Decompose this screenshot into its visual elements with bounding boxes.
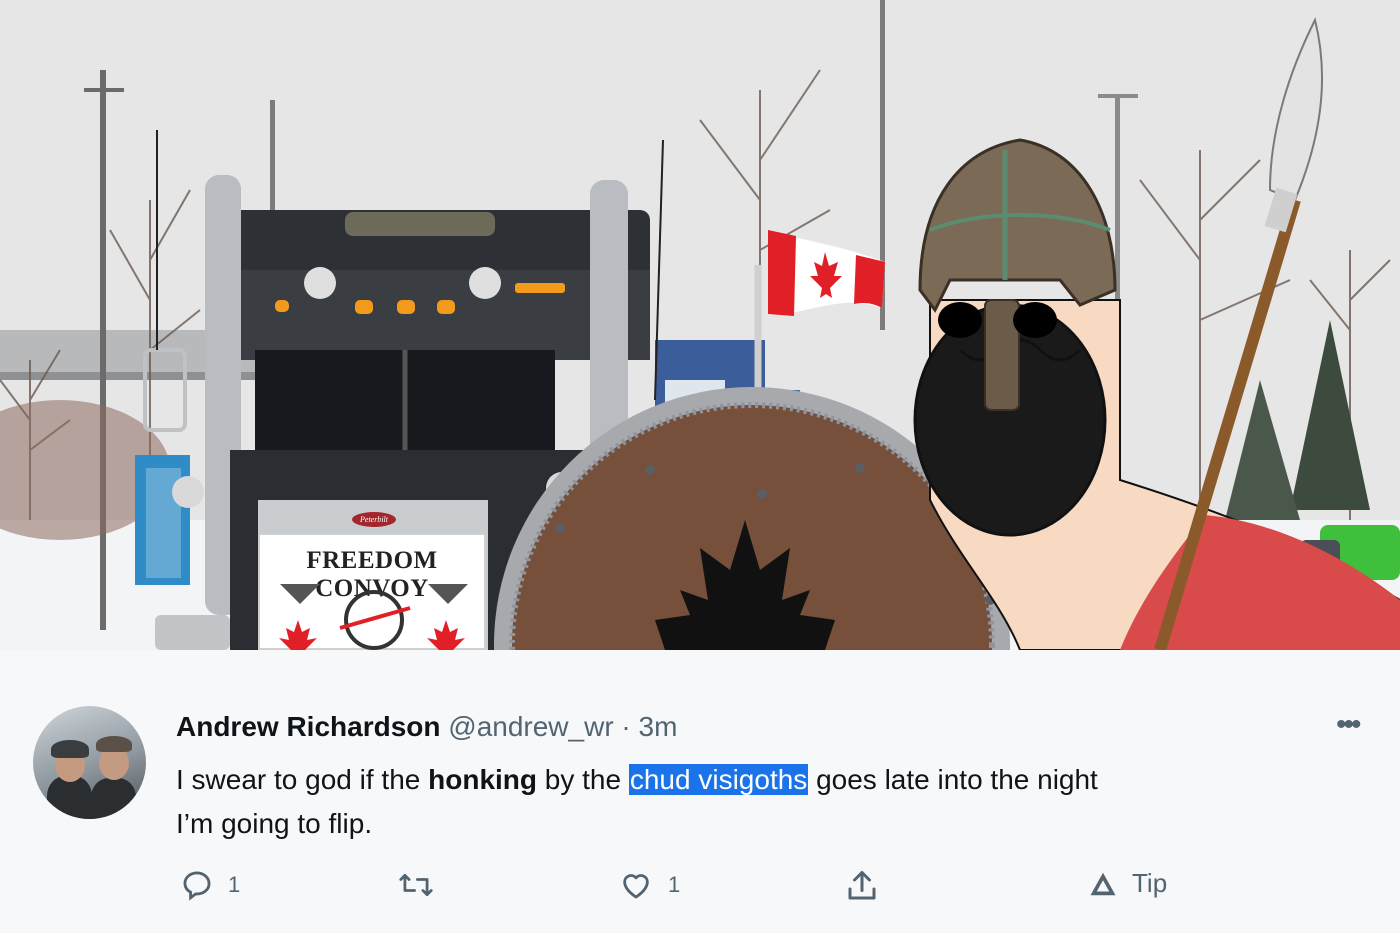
tweet-text-part: I’m going to flip. bbox=[176, 808, 373, 839]
tweet-text-part: by the bbox=[537, 764, 629, 795]
retweet-button[interactable] bbox=[398, 868, 434, 902]
reply-icon bbox=[183, 871, 211, 901]
tweet-text: I swear to god if the honking by the chu… bbox=[176, 758, 1376, 846]
share-icon bbox=[848, 871, 876, 900]
tip-icon bbox=[1090, 872, 1116, 895]
tweet-text-part: goes late into the night bbox=[808, 764, 1098, 795]
reply-count: 1 bbox=[228, 872, 241, 897]
meme-scene bbox=[0, 0, 1400, 650]
tweet-text-part: I swear to god if the bbox=[176, 764, 429, 795]
retweet-icon bbox=[399, 873, 433, 897]
avatar[interactable] bbox=[33, 706, 146, 819]
tweet-card: Andrew Richardson @andrew_wr · 3m ••• I … bbox=[0, 650, 1400, 933]
sign-emblem bbox=[279, 584, 468, 650]
highlighted-text[interactable]: chud visigoths bbox=[628, 764, 809, 795]
tip-button[interactable]: Tip bbox=[1088, 868, 1167, 899]
meme-image: Peterbilt FREEDOM CONVOY bbox=[0, 0, 1400, 650]
author-name[interactable]: Andrew Richardson bbox=[176, 711, 440, 742]
tweet-actions-bar: 1 1 Tip bbox=[0, 868, 1400, 918]
more-options-icon[interactable]: ••• bbox=[1336, 710, 1361, 740]
tweet-author-line: Andrew Richardson @andrew_wr · 3m bbox=[176, 711, 677, 743]
tweet-timestamp[interactable]: 3m bbox=[639, 711, 678, 742]
tip-label: Tip bbox=[1132, 868, 1168, 898]
share-button[interactable] bbox=[844, 868, 880, 904]
tweet-text-bold: honking bbox=[428, 764, 538, 795]
reply-button[interactable]: 1 bbox=[180, 868, 240, 902]
freedom-convoy-sign: FREEDOM CONVOY bbox=[258, 533, 486, 650]
author-handle[interactable]: @andrew_wr bbox=[448, 711, 613, 742]
truck-brand-badge: Peterbilt bbox=[352, 512, 396, 527]
heart-icon bbox=[623, 874, 649, 899]
like-button[interactable]: 1 bbox=[618, 868, 680, 902]
separator-dot: · bbox=[621, 711, 631, 742]
like-count: 1 bbox=[668, 872, 681, 897]
